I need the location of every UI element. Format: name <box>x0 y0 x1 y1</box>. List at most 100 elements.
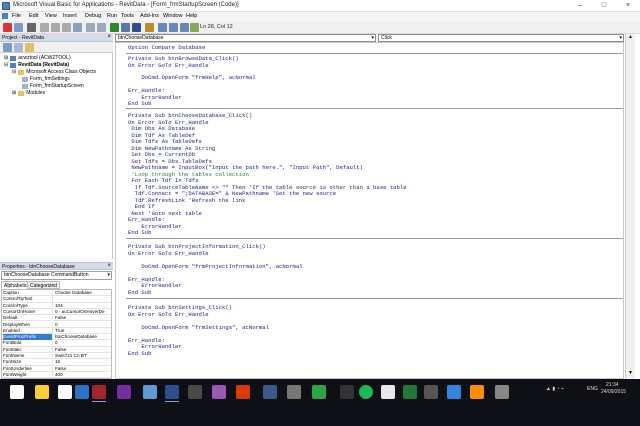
clock-date[interactable]: 24/09/2015 <box>601 389 626 395</box>
view-code-icon[interactable] <box>3 43 12 52</box>
close-icon[interactable]: × <box>107 34 111 40</box>
run-icon[interactable] <box>110 23 119 32</box>
scroll-down-icon[interactable]: ▼ <box>627 370 634 377</box>
revit-icon[interactable] <box>143 385 157 399</box>
close-button[interactable]: × <box>616 0 640 11</box>
properties-tabs: Alphabetic Categorized <box>1 281 112 289</box>
minimize-button[interactable]: – <box>568 0 592 11</box>
expand-icon[interactable]: ⊞ <box>4 55 8 61</box>
tree-item-access-class-objects[interactable]: ⊟ Microsoft Access Class Objects <box>12 69 96 75</box>
calculator-icon[interactable] <box>188 385 202 399</box>
onenote-icon[interactable] <box>117 385 131 399</box>
vba-project-icon <box>10 62 17 68</box>
menu-debug[interactable]: Debug <box>85 13 101 19</box>
procedure-select[interactable]: Click ▾ <box>378 34 624 42</box>
reset-icon[interactable] <box>132 23 141 32</box>
code-line: End Sub <box>128 100 152 107</box>
design-mode-icon[interactable] <box>145 23 154 32</box>
firefox-icon[interactable] <box>470 385 484 399</box>
property-row[interactable]: FontWeight 400 <box>2 371 111 378</box>
object-select[interactable]: btnChooseDatabase ▾ <box>115 34 376 42</box>
folder-icon <box>18 69 25 75</box>
settings-icon[interactable] <box>287 385 301 399</box>
menu-edit[interactable]: Edit <box>29 13 38 19</box>
chevron-down-icon[interactable]: ▾ <box>619 35 622 41</box>
menu-view[interactable]: View <box>45 13 57 19</box>
save-icon[interactable] <box>27 23 36 32</box>
store-icon[interactable] <box>58 385 72 399</box>
excel-icon-2[interactable] <box>403 385 417 399</box>
menu-run[interactable]: Run <box>107 13 117 19</box>
tree-item-revitdata[interactable]: ⊟ RevitData (RevitData) <box>4 62 69 68</box>
tree-item-modules[interactable]: ⊞ Modules <box>12 90 45 96</box>
toolbox-icon[interactable] <box>190 23 199 32</box>
app-icon-2[interactable] <box>424 385 438 399</box>
break-icon[interactable] <box>121 23 130 32</box>
vba-editor-icon[interactable] <box>165 385 179 399</box>
collapse-icon[interactable]: ⊟ <box>12 69 16 75</box>
spotify-icon[interactable] <box>359 385 373 399</box>
word-icon[interactable] <box>75 385 89 399</box>
language-indicator[interactable]: ENG <box>587 386 598 392</box>
close-icon[interactable]: × <box>107 263 111 269</box>
project-explorer-toolbar <box>0 42 113 53</box>
properties-grid: Caption Choose Database ControlTipText Co… <box>1 289 112 379</box>
menu-file[interactable]: File <box>12 13 21 19</box>
tree-item-form-frmstartupscreen[interactable]: Form_frmStartupScreen <box>22 83 84 89</box>
file-explorer-icon[interactable] <box>35 385 49 399</box>
properties-object-select[interactable]: btnChooseDatabase CommandButton ▾ <box>1 271 112 280</box>
insert-module-icon[interactable] <box>14 23 23 32</box>
menu-add-ins[interactable]: Add-Ins <box>140 13 159 19</box>
tab-alphabetic[interactable]: Alphabetic <box>1 281 31 289</box>
properties-header: Properties - btnChooseDatabase × <box>0 262 113 270</box>
find-icon[interactable] <box>73 23 82 32</box>
toggle-folders-icon[interactable] <box>25 43 34 52</box>
tray-icons[interactable]: ▲ ▮ ◔ ⌁ <box>546 386 564 392</box>
app-icon[interactable] <box>340 385 354 399</box>
menu-tools[interactable]: Tools <box>121 13 134 19</box>
windows-start-icon[interactable] <box>10 385 24 399</box>
code-line: On Error GoTo Err_Handle <box>128 310 209 318</box>
tree-item-acwztool[interactable]: ⊞ acwztool (ACWZTOOL) <box>4 55 71 61</box>
access-view-icon[interactable] <box>3 23 12 32</box>
windows-taskbar: ▲ ▮ ◔ ⌁ ENG 21:34 24/09/2015 <box>0 379 640 426</box>
undo-icon[interactable] <box>86 23 95 32</box>
menu-help[interactable]: Help <box>186 13 197 19</box>
code-editor[interactable]: Option Compare Database Private Sub btnB… <box>115 42 624 379</box>
project-explorer-icon[interactable] <box>158 23 167 32</box>
scroll-up-icon[interactable]: ▲ <box>627 34 634 41</box>
chevron-down-icon[interactable]: ▾ <box>371 35 374 41</box>
powerpoint-icon[interactable] <box>236 385 250 399</box>
access-icon[interactable] <box>92 385 106 399</box>
code-line: End Sub <box>128 288 152 296</box>
active-indicator <box>92 401 106 402</box>
paste-icon[interactable] <box>62 23 71 32</box>
properties-window-icon[interactable] <box>169 23 178 32</box>
code-vertical-scrollbar[interactable]: ▲ ▼ <box>625 34 635 379</box>
cut-icon[interactable] <box>40 23 49 32</box>
collapse-icon[interactable]: ⊟ <box>4 62 8 68</box>
active-indicator <box>165 401 179 402</box>
clock-time[interactable]: 21:34 <box>606 382 619 388</box>
window-title: Microsoft Visual Basic for Applications … <box>13 2 239 8</box>
tree-item-form-frmsettings[interactable]: Form_frmSettings <box>22 76 70 82</box>
maximize-button[interactable]: □ <box>592 0 616 11</box>
app-icon-4[interactable] <box>495 385 509 399</box>
code-line: End Sub <box>128 229 152 236</box>
redo-icon[interactable] <box>97 23 106 32</box>
media-icon[interactable] <box>212 385 226 399</box>
menu-app-icon[interactable] <box>2 13 8 19</box>
notepad-icon[interactable] <box>381 385 395 399</box>
expand-icon[interactable]: ⊞ <box>12 90 16 96</box>
menu-insert[interactable]: Insert <box>63 13 77 19</box>
menu-window[interactable]: Window <box>163 13 183 19</box>
chevron-down-icon[interactable]: ▾ <box>107 272 110 279</box>
excel-icon[interactable] <box>312 385 326 399</box>
app-icon-3[interactable] <box>447 385 461 399</box>
tab-categorized[interactable]: Categorized <box>27 281 60 289</box>
code-line: DoCmd.OpenForm "frmHelp", acNormal <box>128 74 256 81</box>
copy-icon[interactable] <box>51 23 60 32</box>
object-browser-icon[interactable] <box>180 23 189 32</box>
photos-icon[interactable] <box>263 385 277 399</box>
view-object-icon[interactable] <box>14 43 23 52</box>
